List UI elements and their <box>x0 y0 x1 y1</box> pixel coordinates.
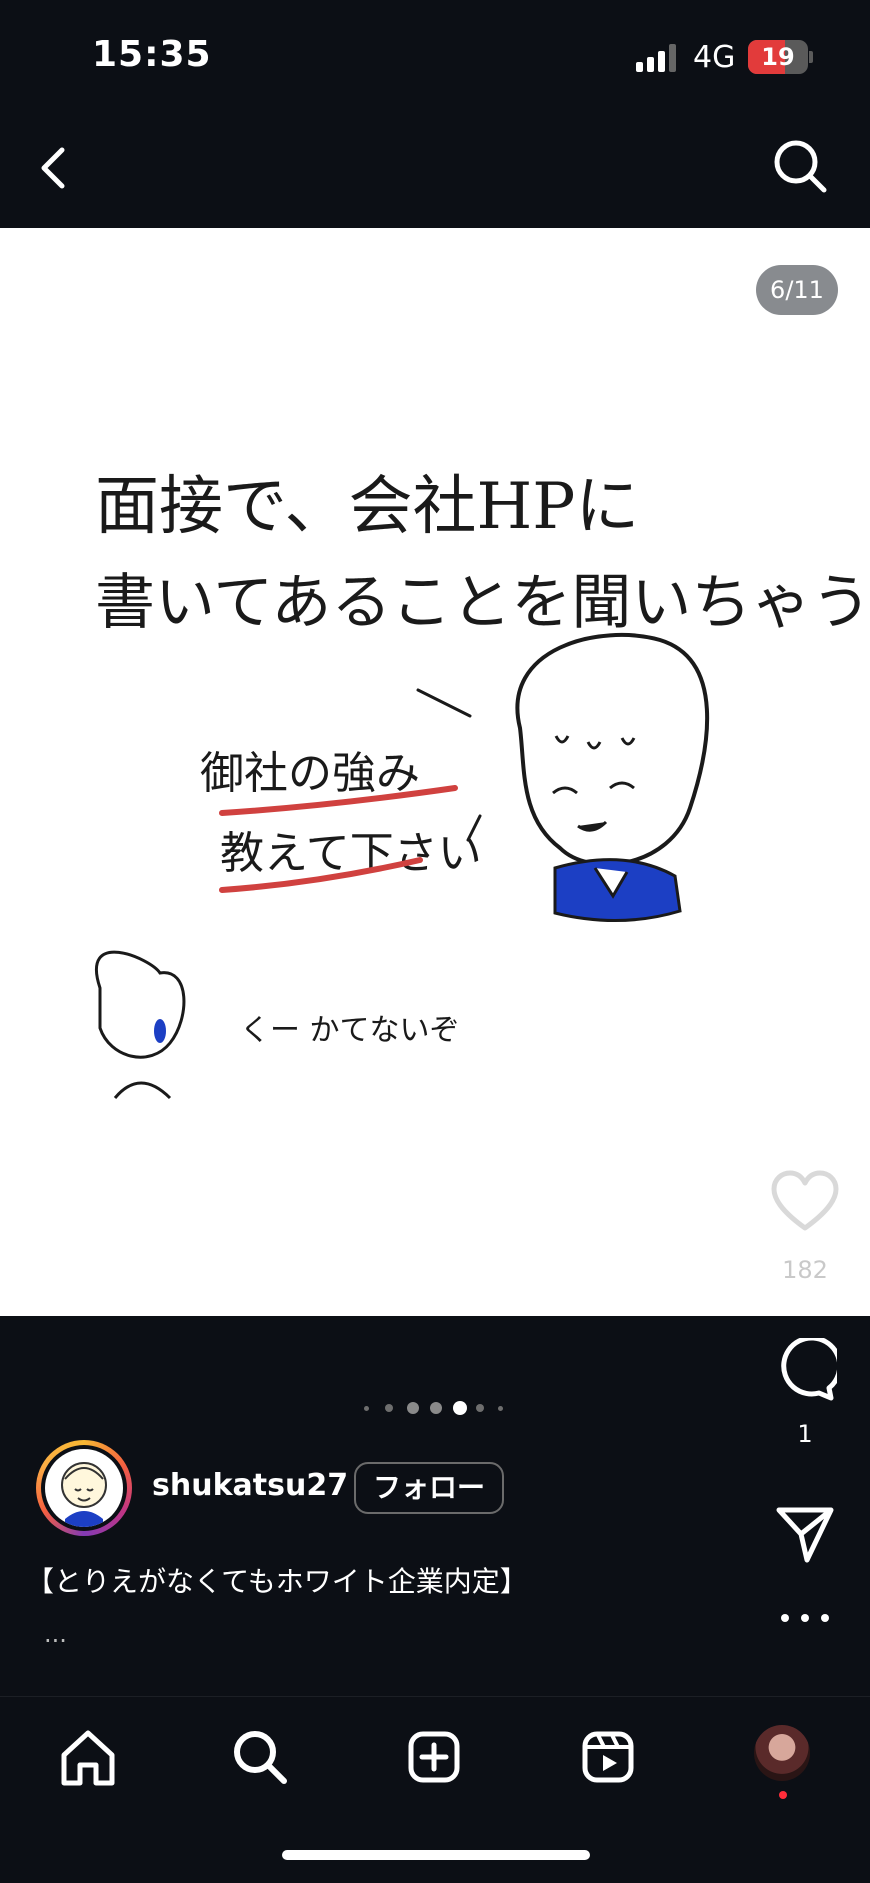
home-indicator[interactable] <box>282 1850 590 1860</box>
send-icon <box>776 1507 834 1563</box>
comment-button[interactable] <box>760 1338 850 1402</box>
author-row: shukatsu27 フォロー <box>36 1440 736 1540</box>
search-icon <box>774 140 827 193</box>
search-button[interactable] <box>770 134 830 198</box>
like-count: 182 <box>782 1256 828 1284</box>
more-icon <box>781 1614 829 1622</box>
avatar-drawing <box>61 1462 107 1527</box>
illustration-line1: 面接で、会社HPに <box>95 470 639 544</box>
caption-more[interactable]: ... <box>44 1620 67 1648</box>
battery-icon: 19 <box>748 40 808 74</box>
carousel-dot <box>476 1404 484 1412</box>
share-button[interactable] <box>760 1502 850 1566</box>
carousel-dot <box>498 1406 503 1411</box>
reels-icon <box>582 1731 634 1783</box>
carousel-dot <box>430 1402 442 1414</box>
comment-icon <box>781 1338 837 1401</box>
like-button[interactable] <box>760 1170 850 1234</box>
status-bar: 15:35 4G 19 <box>0 0 870 110</box>
image-counter: 6/11 <box>756 265 838 315</box>
home-icon <box>61 1730 115 1786</box>
interviewer-drawing <box>515 632 710 922</box>
battery-level: 19 <box>761 43 795 71</box>
illustration-line2: 書いてあることを聞いちゃう <box>95 568 870 638</box>
more-button[interactable] <box>760 1608 850 1648</box>
nav-profile-avatar[interactable] <box>754 1725 810 1781</box>
nav-home[interactable] <box>56 1725 120 1789</box>
illustration-aside: くー かてないぞ <box>240 1013 460 1048</box>
post-caption[interactable]: 【とりえがなくてもホワイト企業内定】 <box>26 1560 528 1600</box>
nav-search[interactable] <box>228 1725 292 1789</box>
carousel-dot <box>385 1404 393 1412</box>
battery-cap <box>809 51 813 63</box>
carousel-dot <box>364 1406 369 1411</box>
nav-create[interactable] <box>402 1725 466 1789</box>
speech-line1: 御社の強み <box>200 748 420 799</box>
signal-icon <box>636 44 676 72</box>
search-icon <box>234 1731 287 1784</box>
carousel-dot-active <box>453 1401 467 1415</box>
candidate-drawing <box>95 950 186 1100</box>
nav-reels[interactable] <box>576 1725 640 1789</box>
heart-icon <box>771 1170 839 1231</box>
top-nav <box>0 110 870 228</box>
chevron-left-icon <box>41 147 65 189</box>
comment-count: 1 <box>797 1420 813 1448</box>
author-avatar[interactable] <box>36 1440 132 1536</box>
carousel-dot <box>407 1402 419 1414</box>
clock: 15:35 <box>92 34 212 75</box>
avatar-image <box>45 1449 123 1527</box>
illustration: 面接で、会社HPに 書いてあることを聞いちゃう 御社の強み 教えて下さい くー … <box>95 470 870 1100</box>
follow-button[interactable]: フォロー <box>354 1462 504 1514</box>
create-icon <box>408 1731 460 1783</box>
post-image[interactable]: 面接で、会社HPに 書いてあることを聞いちゃう 御社の強み 教えて下さい くー … <box>0 228 870 1316</box>
network-type: 4G <box>693 40 736 75</box>
notification-dot <box>779 1791 787 1799</box>
author-username[interactable]: shukatsu27 <box>152 1468 348 1503</box>
back-button[interactable] <box>32 138 82 198</box>
